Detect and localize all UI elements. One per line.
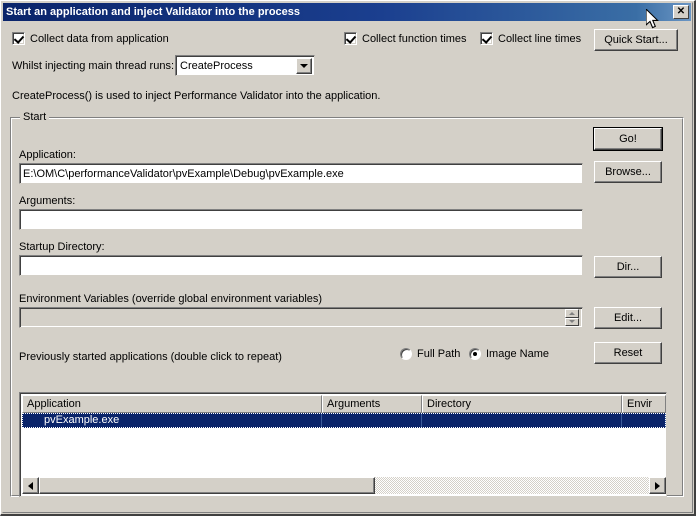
checkbox-collect-function-times-label: Collect function times <box>362 32 467 45</box>
reset-button[interactable]: Reset <box>594 342 662 364</box>
horizontal-scrollbar[interactable] <box>22 477 666 494</box>
table-cell <box>622 413 666 428</box>
radio-full-path-label: Full Path <box>417 348 461 360</box>
listview-column-header-label: Application <box>27 398 81 410</box>
edit-button[interactable]: Edit... <box>594 307 662 329</box>
checkbox-collect-data-label: Collect data from application <box>30 32 169 45</box>
listview-header: Application Arguments Directory Envir <box>22 395 666 413</box>
checkbox-collect-function-times[interactable]: Collect function times <box>344 32 467 45</box>
listview-rows[interactable]: pvExample.exe <box>22 413 666 476</box>
title-bar[interactable]: Start an application and inject Validato… <box>3 3 691 21</box>
browse-button[interactable]: Browse... <box>594 161 662 183</box>
radio-full-path-button[interactable] <box>400 348 412 360</box>
listview-column-header-2[interactable]: Directory <box>422 395 622 413</box>
scroll-right-icon[interactable] <box>649 477 666 494</box>
startup-directory-input[interactable] <box>19 255 583 276</box>
radio-image-name-button[interactable] <box>469 348 481 360</box>
arguments-input[interactable] <box>19 209 583 230</box>
listview-column-header-0[interactable]: Application <box>22 395 322 413</box>
inject-method-combo[interactable]: CreateProcess <box>175 55 315 76</box>
application-input[interactable]: E:\OM\C\performanceValidator\pvExample\D… <box>19 163 583 184</box>
environment-variables-label: Environment Variables (override global e… <box>19 293 323 305</box>
application-label: Application: <box>19 149 76 161</box>
start-groupbox-title: Start <box>20 111 50 123</box>
checkbox-collect-function-times-box[interactable] <box>344 32 357 45</box>
inject-description: CreateProcess() is used to inject Perfor… <box>12 90 381 102</box>
arguments-label: Arguments: <box>19 195 76 207</box>
checkbox-collect-data-box[interactable] <box>12 32 25 45</box>
window-title: Start an application and inject Validato… <box>6 6 301 18</box>
scroll-left-icon[interactable] <box>22 477 39 494</box>
checkbox-collect-line-times-label: Collect line times <box>498 32 582 45</box>
inject-method-value: CreateProcess <box>180 59 253 72</box>
listview-column-header-3[interactable]: Envir <box>622 395 666 413</box>
checkbox-collect-line-times-box[interactable] <box>480 32 493 45</box>
spinner-down-icon[interactable] <box>565 317 579 326</box>
previously-started-label: Previously started applications (double … <box>19 351 282 363</box>
scrollbar-track[interactable] <box>39 477 649 494</box>
go-button[interactable]: Go! <box>593 127 663 151</box>
table-cell <box>322 413 422 428</box>
spinner-up-icon[interactable] <box>565 309 579 318</box>
listview-column-header-1[interactable]: Arguments <box>322 395 422 413</box>
quick-start-button[interactable]: Quick Start... <box>594 29 678 51</box>
startup-directory-label: Startup Directory: <box>19 241 105 253</box>
checkbox-collect-data[interactable]: Collect data from application <box>12 32 169 45</box>
table-row[interactable]: pvExample.exe <box>22 413 666 428</box>
environment-variables-input[interactable] <box>19 307 583 328</box>
close-icon[interactable]: ✕ <box>673 5 689 19</box>
listview-column-header-label: Directory <box>427 398 472 410</box>
table-cell: pvExample.exe <box>22 413 322 428</box>
listview-column-header-label: Envir <box>627 398 653 410</box>
radio-full-path[interactable]: Full Path <box>400 348 460 360</box>
radio-image-name[interactable]: Image Name <box>469 348 549 360</box>
chevron-down-icon[interactable] <box>296 57 312 74</box>
dir-button[interactable]: Dir... <box>594 256 662 278</box>
previous-applications-listview[interactable]: Application Arguments Directory Envir pvExa… <box>19 392 667 497</box>
listview-column-header-label: Arguments <box>327 398 381 410</box>
radio-image-name-label: Image Name <box>486 348 549 360</box>
table-cell <box>422 413 622 428</box>
dialog-client-area: Collect data from application Collect fu… <box>3 21 691 511</box>
dialog-window: Start an application and inject Validato… <box>0 0 696 516</box>
checkbox-collect-line-times[interactable]: Collect line times <box>480 32 581 45</box>
inject-thread-label: Whilst injecting main thread runs: <box>12 60 175 72</box>
scrollbar-thumb[interactable] <box>39 477 375 494</box>
environment-variables-spinner[interactable] <box>565 309 579 326</box>
